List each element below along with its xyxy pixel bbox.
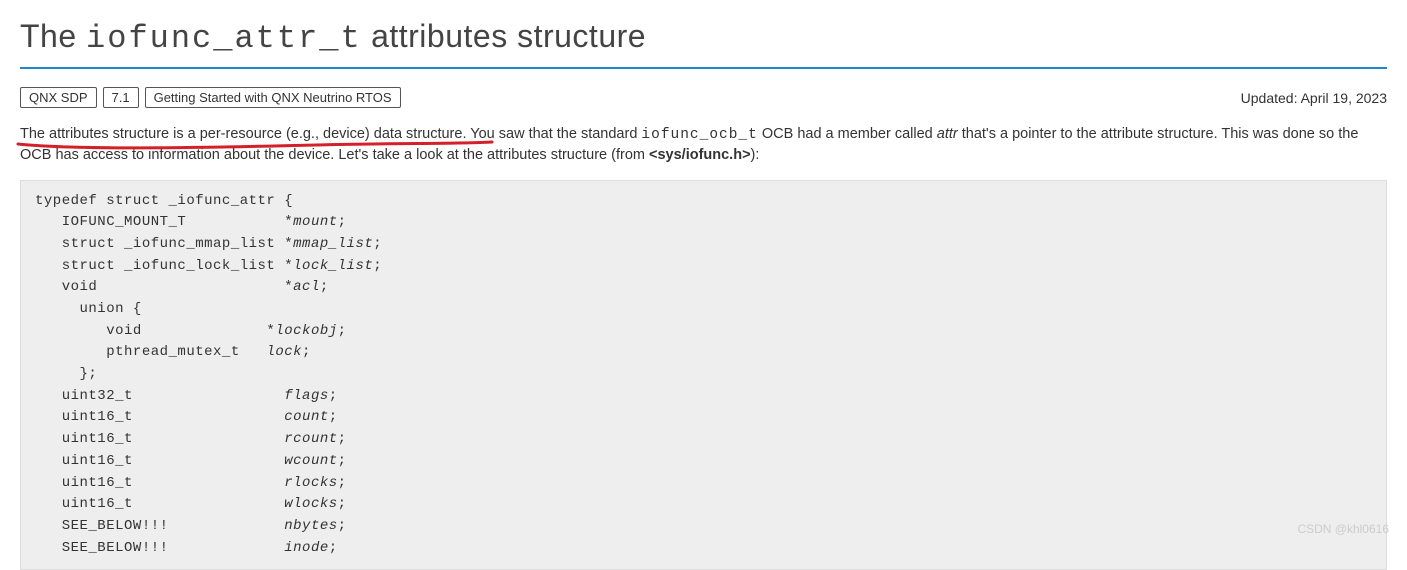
code-line: uint32_t xyxy=(35,388,284,404)
code-line: ; xyxy=(338,431,347,447)
code-ident: flags xyxy=(284,388,329,404)
intro-header-file: <sys/iofunc.h> xyxy=(649,147,751,163)
divider xyxy=(20,67,1387,69)
intro-mono-ocb: iofunc_ocb_t xyxy=(641,127,757,143)
title-suffix: attributes structure xyxy=(362,18,646,54)
updated-date: Updated: April 19, 2023 xyxy=(1241,90,1387,106)
code-line: SEE_BELOW!!! xyxy=(35,518,284,534)
code-line: void * xyxy=(35,323,275,339)
code-line: struct _iofunc_lock_list * xyxy=(35,258,293,274)
code-ident: rcount xyxy=(284,431,337,447)
code-line: ; xyxy=(338,323,347,339)
code-block: typedef struct _iofunc_attr { IOFUNC_MOU… xyxy=(20,180,1387,570)
code-ident: mmap_list xyxy=(293,236,373,252)
code-line: ; xyxy=(329,409,338,425)
code-line: uint16_t xyxy=(35,431,284,447)
code-line: uint16_t xyxy=(35,475,284,491)
code-ident: rlocks xyxy=(284,475,337,491)
crumb-version[interactable]: 7.1 xyxy=(103,87,139,108)
intro-text-e: ): xyxy=(751,147,760,163)
code-ident: mount xyxy=(293,214,338,230)
code-line: uint16_t xyxy=(35,453,284,469)
intro-text-a: The attributes structure is a per-resour… xyxy=(20,126,466,142)
intro-paragraph: The attributes structure is a per-resour… xyxy=(20,124,1387,166)
watermark: CSDN @khl0616 xyxy=(1297,522,1389,536)
code-line: ; xyxy=(329,388,338,404)
code-line: ; xyxy=(338,453,347,469)
crumb-sdp[interactable]: QNX SDP xyxy=(20,87,97,108)
code-ident: wcount xyxy=(284,453,337,469)
code-ident: lock_list xyxy=(293,258,373,274)
intro-text-c: OCB had a member called xyxy=(758,126,937,142)
intro-text-b: You saw that the standard xyxy=(466,126,641,142)
code-line: ; xyxy=(320,279,329,295)
code-ident: lock xyxy=(266,344,302,360)
crumb-book[interactable]: Getting Started with QNX Neutrino RTOS xyxy=(145,87,401,108)
code-line: ; xyxy=(338,518,347,534)
code-line: ; xyxy=(373,236,382,252)
code-line: }; xyxy=(35,366,97,382)
code-line: struct _iofunc_mmap_list * xyxy=(35,236,293,252)
code-line: pthread_mutex_t xyxy=(35,344,266,360)
code-ident: acl xyxy=(293,279,320,295)
code-ident: lockobj xyxy=(275,323,337,339)
code-line: ; xyxy=(373,258,382,274)
code-line: void * xyxy=(35,279,293,295)
title-code: iofunc_attr_t xyxy=(86,20,362,57)
code-line: typedef struct _iofunc_attr { xyxy=(35,193,293,209)
code-line: IOFUNC_MOUNT_T * xyxy=(35,214,293,230)
code-line: ; xyxy=(338,475,347,491)
title-prefix: The xyxy=(20,18,86,54)
code-line: ; xyxy=(338,496,347,512)
code-line: ; xyxy=(302,344,311,360)
code-ident: wlocks xyxy=(284,496,337,512)
code-ident: nbytes xyxy=(284,518,337,534)
code-line: ; xyxy=(338,214,347,230)
intro-ital-attr: attr xyxy=(937,126,958,142)
code-ident: count xyxy=(284,409,329,425)
breadcrumb: QNX SDP 7.1 Getting Started with QNX Neu… xyxy=(20,87,401,108)
page-title: The iofunc_attr_t attributes structure xyxy=(20,18,1387,57)
code-line: uint16_t xyxy=(35,409,284,425)
meta-row: QNX SDP 7.1 Getting Started with QNX Neu… xyxy=(20,87,1387,108)
code-line: uint16_t xyxy=(35,496,284,512)
code-line: union { xyxy=(35,301,142,317)
